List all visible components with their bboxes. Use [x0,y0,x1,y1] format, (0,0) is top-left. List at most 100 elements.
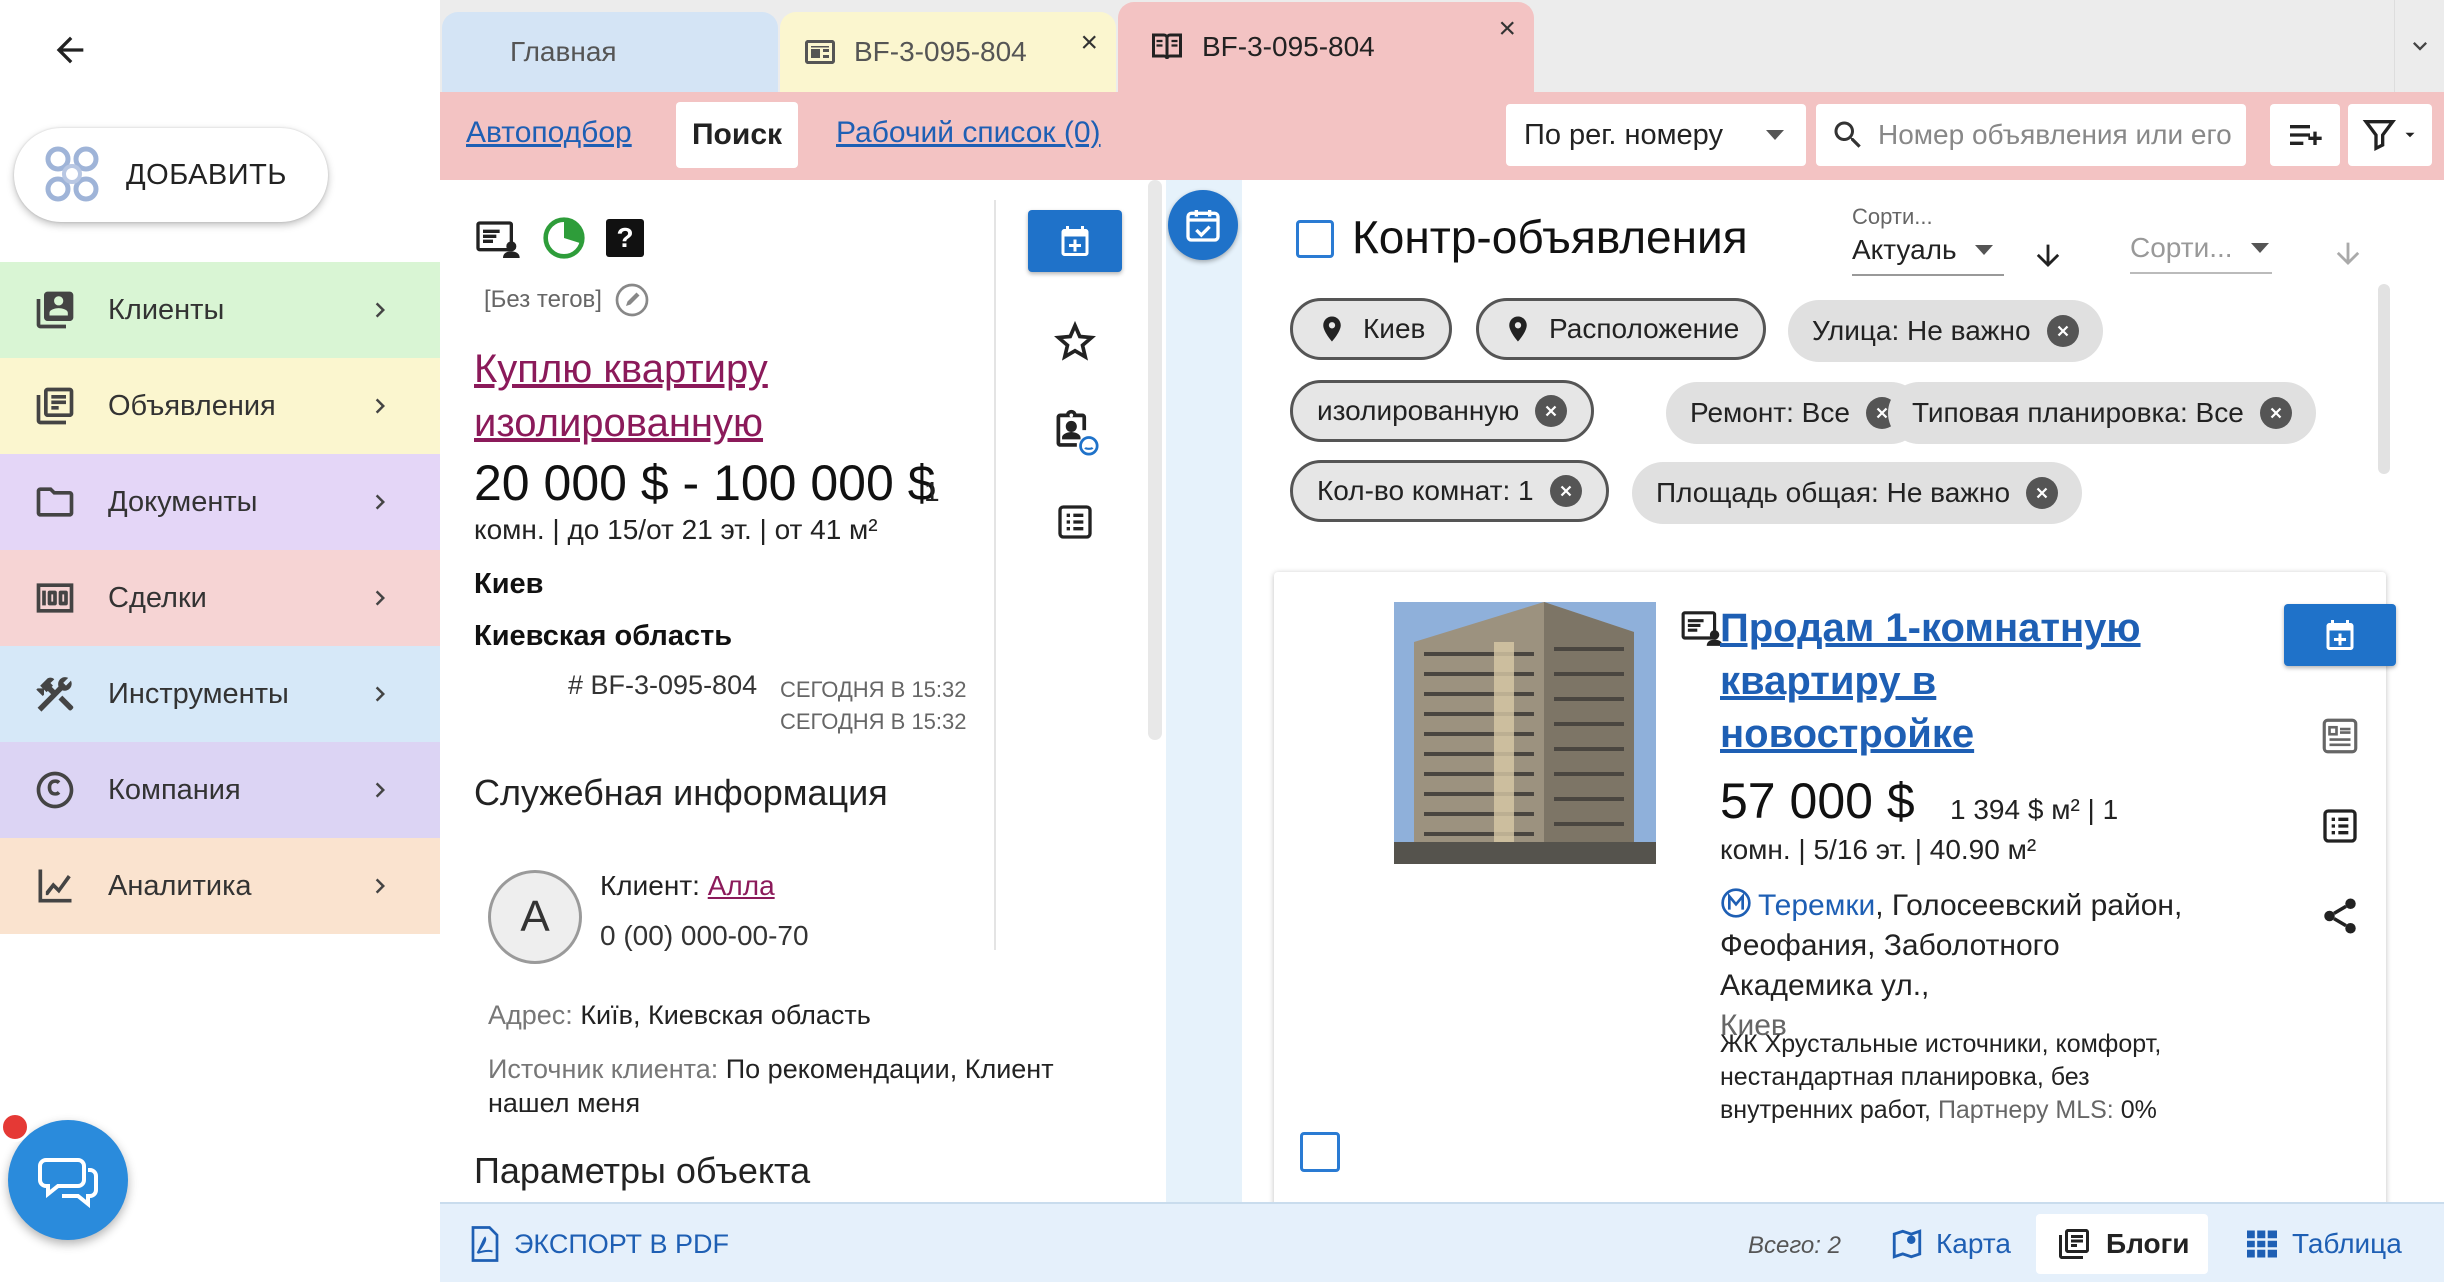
chips-scrollbar[interactable] [2378,284,2390,474]
price-range: 20 000 $ - 100 000 $ [474,455,936,511]
sidebar-item-clients[interactable]: Клиенты [0,262,440,358]
filter-chip-street[interactable]: Улица: Не важно [1788,300,2103,362]
sidebar-item-label: Компания [108,773,241,806]
secondary-sort-select[interactable]: Сорти... [2130,228,2272,274]
share-icon [2324,898,2356,934]
chip-remove-button[interactable] [2046,315,2079,347]
select-all-checkbox[interactable] [1296,220,1334,258]
sort-direction-button[interactable] [2028,236,2068,276]
back-button[interactable] [40,22,100,78]
client-line: Клиент: Алла [600,870,775,902]
arrow-down-icon [2036,244,2060,268]
close-icon [1560,485,1571,497]
favorite-button[interactable] [1028,312,1122,372]
listing-title-link[interactable]: Продам 1-комнатную квартиру в новостройк… [1720,602,2150,761]
close-icon [2057,325,2068,337]
add-event-button[interactable] [1028,210,1122,272]
request-id: # BF-3-095-804 [568,670,758,700]
share-button[interactable] [2284,886,2396,946]
chat-bubbles-icon [38,1158,98,1209]
secondary-sort-direction-button[interactable] [2328,234,2368,274]
tab-close-button[interactable]: × [1080,26,1098,60]
sidebar-item-documents[interactable]: Документы [0,454,440,550]
view-map-button[interactable]: Карта [1872,1214,2029,1274]
counter-listings-panel: Контр-объявления Сорти... Актуаль Сорти.… [1166,180,2444,1202]
sort-select[interactable]: Сорти... Актуаль [1852,204,2004,276]
tab-listing-2-active[interactable]: BF-3-095-804 × [1118,2,1534,92]
add-filter-button[interactable] [2270,104,2340,166]
add-button[interactable]: ДОБАВИТЬ [14,128,328,222]
chevron-right-icon [360,770,400,810]
total-count: Всего: 2 [1748,1232,1841,1259]
chip-label: Площадь общая: Не важно [1656,477,2011,508]
date-created: СЕГОДНЯ В 15:32 [780,677,967,702]
tab-listing-1[interactable]: BF-3-095-804 × [780,12,1116,92]
filter-chip-rooms[interactable]: Кол-во комнат: 1 [1290,460,1609,522]
chat-button[interactable] [8,1120,128,1240]
tab-label: Главная [510,36,617,67]
details-button[interactable] [1028,492,1122,552]
table-label: Таблица [2292,1228,2402,1259]
request-title-link[interactable]: Куплю квартиру изолированную [474,342,1034,450]
tabs-overflow-button[interactable] [2394,0,2444,92]
location-pin-icon [1503,314,1533,344]
search-tab-button[interactable]: Поиск [676,102,798,168]
listing-address: Теремки, Голосеевский район, Феофания, З… [1720,886,2190,1046]
tab-home[interactable]: Главная [442,12,778,92]
listing-add-event-button[interactable] [2284,604,2396,666]
chip-remove-button[interactable] [2026,477,2059,509]
request-meta: комн. | до 15/от 21 эт. | от 41 м² [474,514,878,545]
sidebar-item-deals[interactable]: Сделки [0,550,440,646]
detail-scrollbar[interactable] [1148,180,1162,740]
filter-button[interactable] [2348,104,2432,166]
search-mode-select[interactable]: По рег. номеру [1506,104,1806,166]
chip-remove-button[interactable] [1535,395,1568,427]
chip-remove-button[interactable] [1549,475,1582,507]
sidebar-item-company[interactable]: Компания [0,742,440,838]
money-icon [30,573,80,623]
listing-actions [2284,604,2398,946]
schedule-check-button[interactable] [1168,190,1238,260]
chip-remove-button[interactable] [2259,397,2292,429]
listing-description: ЖК Хрустальные источники, комфорт, неста… [1720,1028,2190,1127]
filter-chip-layout[interactable]: Типовая планировка: Все [1888,382,2316,444]
filter-chip-renovation[interactable]: Ремонт: Все [1666,382,1922,444]
request-actions [1028,210,1124,552]
clients-icon [30,285,80,335]
caret-down-icon [1766,130,1784,140]
sidebar-item-tools[interactable]: Инструменты [0,646,440,742]
source-label: Источник клиента: [488,1054,719,1084]
help-icon[interactable]: ? [606,219,644,257]
client-name-link[interactable]: Алла [708,870,775,901]
worklist-link[interactable]: Рабочий список (0) [836,116,1101,150]
assign-client-button[interactable] [1028,402,1122,462]
sidebar-item-analytics[interactable]: Аналитика [0,838,440,934]
bottom-bar: ЭКСПОРТ В PDF Всего: 2 Карта Блоги Табли… [440,1202,2444,1282]
toolbar: Автоподбор Поиск Рабочий список (0) По р… [440,92,2444,180]
filter-chip-area[interactable]: Площадь общая: Не важно [1632,462,2083,524]
tab-close-button[interactable]: × [1498,12,1516,46]
filter-chip-location[interactable]: Расположение [1476,298,1767,360]
book-open-icon [1152,33,1182,60]
chip-label: Расположение [1549,313,1740,344]
listing-price-per-m2: 1 394 $ м² | 1 [1950,794,2119,825]
listing-card: Продам 1-комнатную квартиру в новостройк… [1274,572,2396,1202]
view-table-button[interactable]: Таблица [2226,1214,2420,1274]
filter-chip-isolated[interactable]: изолированную [1290,380,1595,442]
listing-card-view-button[interactable] [2284,706,2396,766]
city: Киев [474,568,544,600]
filter-chip-city[interactable]: Киев [1290,298,1453,360]
listing-select-checkbox[interactable] [1300,1132,1340,1172]
close-icon [2036,487,2048,499]
sidebar-item-listings[interactable]: Объявления [0,358,440,454]
listing-photo[interactable] [1394,602,1656,864]
sidebar-item-label: Аналитика [108,869,252,902]
view-blogs-button[interactable]: Блоги [2036,1214,2208,1274]
edit-icon[interactable] [614,282,650,318]
listing-details-button[interactable] [2284,796,2396,856]
export-pdf-button[interactable]: ЭКСПОРТ В PDF [470,1226,729,1262]
underline [1852,274,2004,276]
autoselect-link[interactable]: Автоподбор [466,116,632,150]
search-mode-value: По рег. номеру [1524,118,1723,151]
search-input[interactable] [1878,119,2238,151]
